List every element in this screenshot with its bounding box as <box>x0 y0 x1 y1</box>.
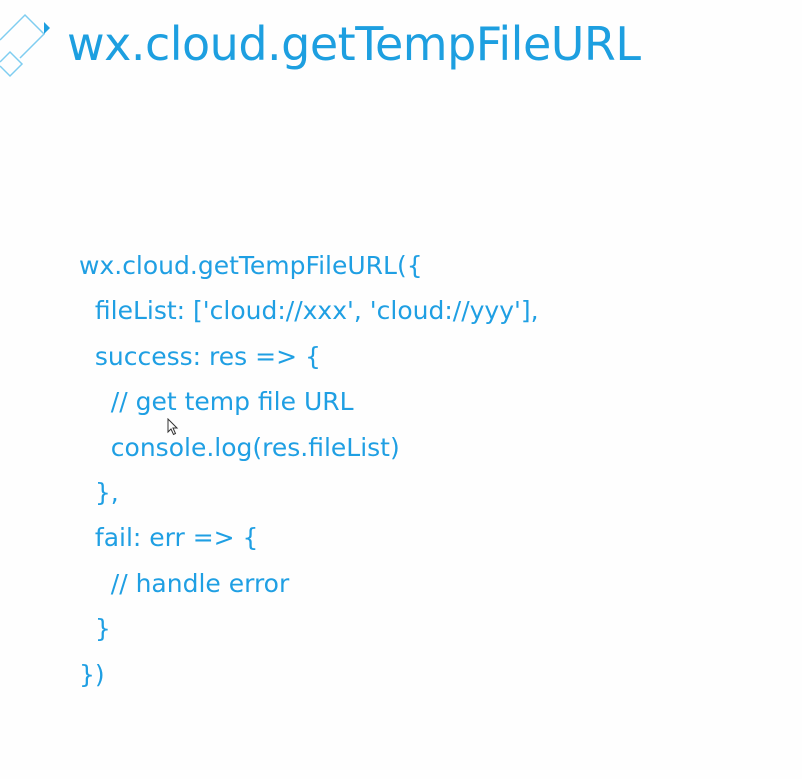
code-line: wx.cloud.getTempFileURL({ <box>79 251 423 280</box>
slide-title: wx.cloud.getTempFileURL <box>67 17 641 71</box>
code-block: wx.cloud.getTempFileURL({ fileList: ['cl… <box>79 243 539 697</box>
code-line: success: res => { <box>79 341 321 371</box>
mouse-pointer-icon <box>167 418 179 436</box>
corner-diamond-icon <box>0 13 50 78</box>
slide: wx.cloud.getTempFileURL wx.cloud.getTemp… <box>0 0 802 779</box>
code-line: }) <box>79 659 105 689</box>
code-line: // get temp file URL <box>79 387 354 417</box>
code-line: console.log(res.fileList) <box>79 432 400 462</box>
code-line: }, <box>79 477 119 507</box>
code-line: // handle error <box>79 568 290 598</box>
code-line: } <box>79 614 111 644</box>
code-line: fail: err => { <box>79 523 259 553</box>
code-line: fileList: ['cloud://xxx', 'cloud://yyy']… <box>79 296 539 326</box>
